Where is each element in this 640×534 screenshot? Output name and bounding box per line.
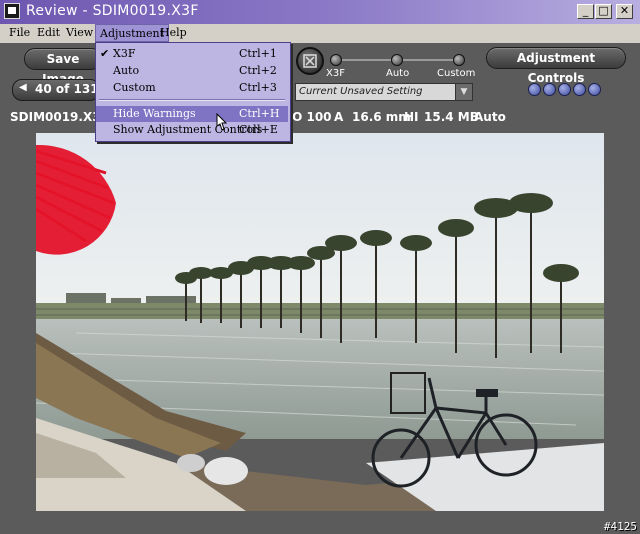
reset-icon <box>303 54 317 68</box>
info-white-balance: Auto <box>474 110 506 124</box>
chevron-down-icon[interactable]: ▼ <box>455 84 472 100</box>
indicator-dot-5 <box>588 83 601 96</box>
menu-file[interactable]: File <box>9 26 30 39</box>
menu-edit[interactable]: Edit <box>37 26 60 39</box>
info-quality: HI <box>404 110 419 124</box>
save-image-button[interactable]: Save Image <box>24 48 102 86</box>
app-icon[interactable] <box>4 3 20 19</box>
slider-label-auto: Auto <box>386 68 410 79</box>
setting-select-value: Current Unsaved Setting <box>299 86 423 97</box>
slider-label-x3f: X3F <box>326 68 345 79</box>
previous-image-icon[interactable]: ◀ <box>19 82 27 93</box>
menu-adjustment[interactable]: Adjustment <box>95 24 169 42</box>
preset-slider-x3f-stop[interactable] <box>330 54 342 66</box>
menu-item-x3f[interactable]: ✔ X3F Ctrl+1 <box>96 46 288 62</box>
minimize-button[interactable]: _ <box>577 4 594 19</box>
image-preview[interactable] <box>36 133 604 511</box>
landscape-photo <box>36 133 604 511</box>
adjustment-controls-button[interactable]: Adjustment Controls <box>486 47 626 85</box>
menu-help[interactable]: Help <box>160 26 187 39</box>
mouse-cursor-icon <box>216 113 228 131</box>
info-focal-length: 16.6 mm <box>352 110 411 124</box>
info-mode: A <box>334 110 344 124</box>
preset-slider-auto-stop[interactable] <box>391 54 403 66</box>
setting-select[interactable]: Current Unsaved Setting ▼ <box>295 83 473 101</box>
info-filename: SDIM0019.X3F <box>10 110 109 124</box>
indicator-dot-4 <box>573 83 586 96</box>
image-navigator: ◀ 40 of 131 <box>12 79 100 101</box>
slider-label-custom: Custom <box>437 68 476 79</box>
menu-separator <box>99 99 285 101</box>
indicator-dot-2 <box>543 83 556 96</box>
preset-slider-custom-stop[interactable] <box>453 54 465 66</box>
info-file-size: 15.4 MB <box>424 110 479 124</box>
reset-adjustments-button[interactable] <box>296 47 324 75</box>
menu-bar: File Edit View Adjustment Help <box>0 24 640 44</box>
image-counter: 40 of 131 <box>35 82 99 96</box>
menu-item-auto[interactable]: Auto Ctrl+2 <box>96 63 288 79</box>
maximize-button[interactable]: □ <box>595 4 612 19</box>
indicator-dot-3 <box>558 83 571 96</box>
indicator-dot-1 <box>528 83 541 96</box>
close-button[interactable]: ✕ <box>616 4 633 19</box>
menu-item-hide-warnings[interactable]: Hide Warnings Ctrl+H <box>96 106 288 122</box>
image-watermark: #4125 <box>603 520 637 533</box>
menu-view[interactable]: View <box>66 26 93 39</box>
menu-item-show-adjustment-controls[interactable]: Show Adjustment Controls Ctrl+E <box>96 122 288 138</box>
adjustment-menu-dropdown: ✔ X3F Ctrl+1 Auto Ctrl+2 Custom Ctrl+3 H… <box>95 42 291 142</box>
menu-item-custom[interactable]: Custom Ctrl+3 <box>96 80 288 96</box>
window-title: Review - SDIM0019.X3F <box>26 3 199 19</box>
review-window: Review - SDIM0019.X3F _ □ ✕ File Edit Vi… <box>0 0 640 534</box>
title-bar[interactable]: Review - SDIM0019.X3F _ □ ✕ <box>0 0 640 24</box>
checkmark-icon: ✔ <box>100 47 110 60</box>
